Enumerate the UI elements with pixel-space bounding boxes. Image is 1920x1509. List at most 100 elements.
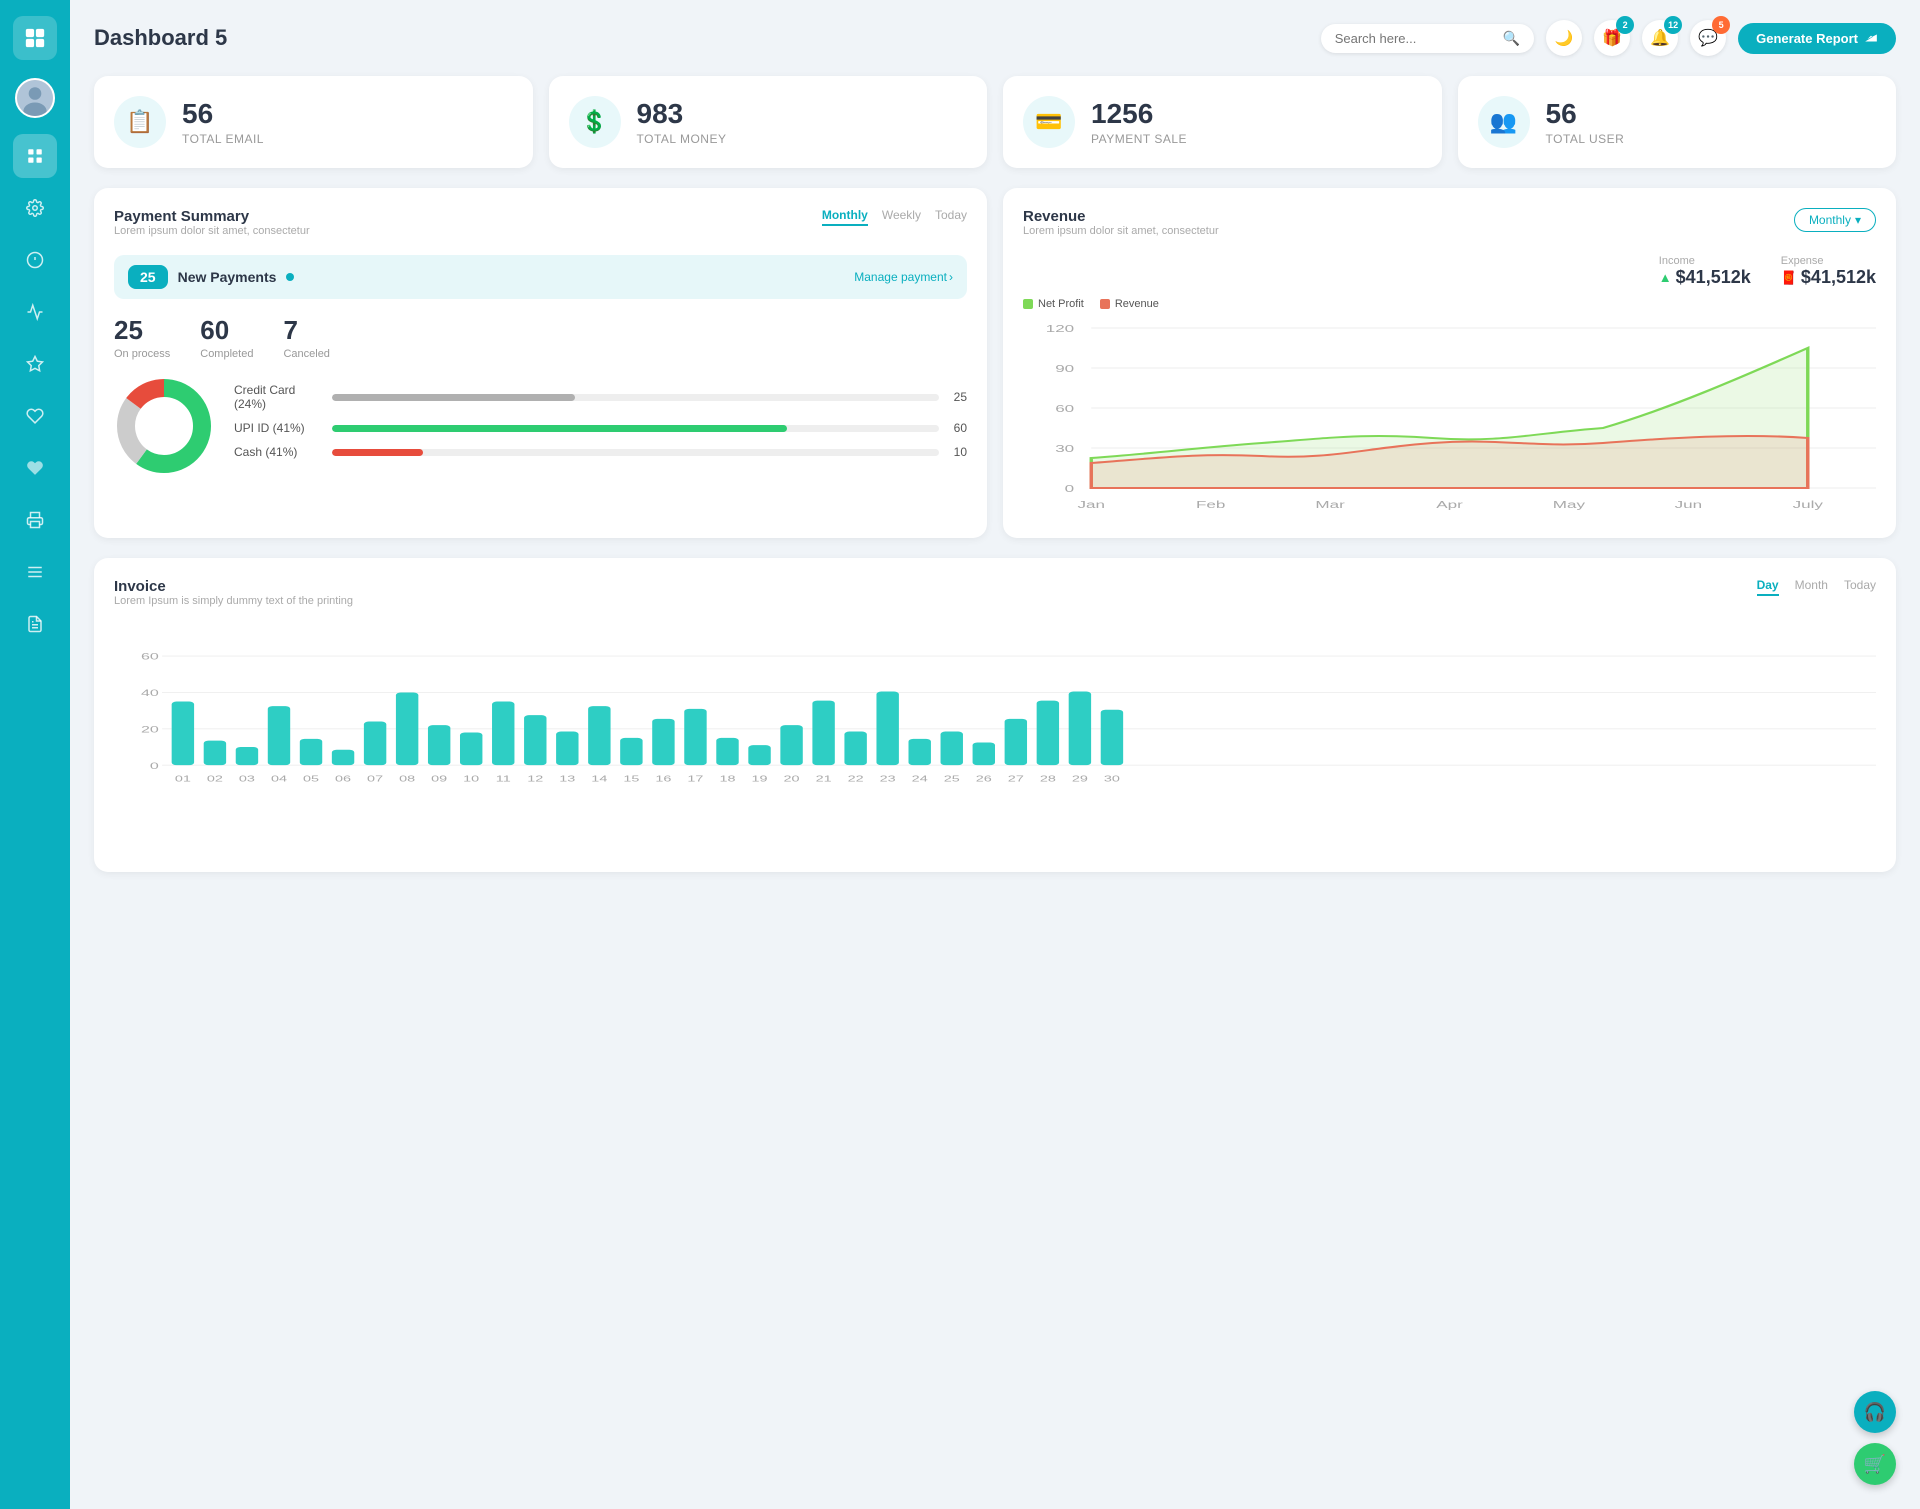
payment-stats-row: 25 On process 60 Completed 7 Canceled bbox=[114, 315, 967, 360]
payment-label: PAYMENT SALE bbox=[1091, 132, 1187, 146]
svg-text:20: 20 bbox=[141, 724, 159, 734]
notification-button[interactable]: 🔔 12 bbox=[1642, 20, 1678, 56]
svg-text:14: 14 bbox=[591, 775, 608, 784]
expense-item: Expense 🧧 $41,512k bbox=[1781, 255, 1876, 288]
support-float-button[interactable]: 🎧 bbox=[1854, 1391, 1896, 1433]
progress-item-upi: UPI ID (41%) 60 bbox=[234, 421, 967, 435]
svg-text:05: 05 bbox=[303, 775, 320, 784]
svg-text:60: 60 bbox=[1055, 403, 1074, 414]
invoice-tab-month[interactable]: Month bbox=[1795, 578, 1828, 596]
chart-donut-row: Credit Card (24%) 25 UPI ID (41%) 60 bbox=[114, 376, 967, 476]
gift-badge: 2 bbox=[1616, 16, 1634, 34]
chat-button[interactable]: 💬 5 bbox=[1690, 20, 1726, 56]
svg-text:17: 17 bbox=[687, 775, 703, 784]
credit-card-bar-bg bbox=[332, 394, 939, 401]
tab-weekly[interactable]: Weekly bbox=[882, 208, 921, 226]
progress-item-cash: Cash (41%) 10 bbox=[234, 445, 967, 459]
revenue-monthly-button[interactable]: Monthly ▾ bbox=[1794, 208, 1876, 232]
main-content: Dashboard 5 🔍 🌙 🎁 2 🔔 12 💬 5 Generate Re… bbox=[70, 0, 1920, 1509]
svg-text:60: 60 bbox=[141, 651, 159, 661]
float-buttons: 🎧 🛒 bbox=[1854, 1391, 1896, 1485]
onprocess-stat: 25 On process bbox=[114, 315, 170, 360]
search-input[interactable] bbox=[1335, 31, 1495, 46]
credit-card-bar-fill bbox=[332, 394, 575, 401]
svg-text:Apr: Apr bbox=[1436, 499, 1463, 510]
svg-text:90: 90 bbox=[1055, 363, 1074, 374]
svg-text:23: 23 bbox=[880, 775, 896, 784]
sidebar-logo bbox=[13, 16, 57, 60]
sidebar-item-menu[interactable] bbox=[13, 550, 57, 594]
invoice-card: Invoice Lorem Ipsum is simply dummy text… bbox=[94, 558, 1896, 872]
payment-summary-subtitle: Lorem ipsum dolor sit amet, consectetur bbox=[114, 225, 310, 237]
sidebar-item-chart[interactable] bbox=[13, 290, 57, 334]
gift-button[interactable]: 🎁 2 bbox=[1594, 20, 1630, 56]
svg-text:22: 22 bbox=[848, 775, 864, 784]
svg-text:01: 01 bbox=[175, 775, 191, 784]
new-payments-row: 25 New Payments Manage payment › bbox=[114, 255, 967, 299]
new-payments-label: New Payments bbox=[178, 269, 277, 285]
svg-text:0: 0 bbox=[1065, 483, 1075, 494]
completed-stat: 60 Completed bbox=[200, 315, 253, 360]
page-title: Dashboard 5 bbox=[94, 25, 227, 51]
cash-bar-fill bbox=[332, 449, 423, 456]
sidebar-item-heart[interactable] bbox=[13, 394, 57, 438]
svg-text:02: 02 bbox=[207, 775, 223, 784]
svg-text:03: 03 bbox=[239, 775, 255, 784]
sidebar-item-heart2[interactable] bbox=[13, 446, 57, 490]
theme-toggle-button[interactable]: 🌙 bbox=[1546, 20, 1582, 56]
svg-text:04: 04 bbox=[271, 775, 288, 784]
tab-today[interactable]: Today bbox=[935, 208, 967, 226]
sidebar-item-info[interactable] bbox=[13, 238, 57, 282]
svg-text:24: 24 bbox=[912, 775, 929, 784]
user-label: TOTAL USER bbox=[1546, 132, 1625, 146]
sidebar-item-star[interactable] bbox=[13, 342, 57, 386]
revenue-chart: 120 90 60 30 0 Jan Feb Mar Apr May Jun bbox=[1023, 318, 1876, 518]
new-payments-badge: 25 bbox=[128, 265, 168, 289]
sidebar-item-settings[interactable] bbox=[13, 186, 57, 230]
generate-report-button[interactable]: Generate Report bbox=[1738, 23, 1896, 54]
svg-text:120: 120 bbox=[1046, 323, 1075, 334]
tab-monthly[interactable]: Monthly bbox=[822, 208, 868, 226]
header: Dashboard 5 🔍 🌙 🎁 2 🔔 12 💬 5 Generate Re… bbox=[94, 20, 1896, 56]
money-label: TOTAL MONEY bbox=[637, 132, 727, 146]
svg-text:Jun: Jun bbox=[1675, 499, 1702, 510]
manage-payment-link[interactable]: Manage payment › bbox=[854, 270, 953, 284]
svg-text:19: 19 bbox=[752, 775, 768, 784]
upi-bar-bg bbox=[332, 425, 939, 432]
cash-bar-bg bbox=[332, 449, 939, 456]
upi-bar-fill bbox=[332, 425, 787, 432]
svg-text:27: 27 bbox=[1008, 775, 1024, 784]
email-value: 56 bbox=[182, 98, 264, 130]
sidebar-item-dashboard[interactable] bbox=[13, 134, 57, 178]
svg-text:28: 28 bbox=[1040, 775, 1057, 784]
invoice-tab-today[interactable]: Today bbox=[1844, 578, 1876, 596]
chat-badge: 5 bbox=[1712, 16, 1730, 34]
payment-summary-title: Payment Summary bbox=[114, 208, 310, 225]
sidebar-item-print[interactable] bbox=[13, 498, 57, 542]
avatar[interactable] bbox=[15, 78, 55, 118]
svg-text:12: 12 bbox=[527, 775, 543, 784]
income-icon: ▲ bbox=[1659, 270, 1672, 285]
sidebar-item-doc[interactable] bbox=[13, 602, 57, 646]
stat-card-user: 👥 56 TOTAL USER bbox=[1458, 76, 1897, 168]
stat-card-money: 💲 983 TOTAL MONEY bbox=[549, 76, 988, 168]
invoice-tab-day[interactable]: Day bbox=[1757, 578, 1779, 596]
svg-text:09: 09 bbox=[431, 775, 447, 784]
cart-float-button[interactable]: 🛒 bbox=[1854, 1443, 1896, 1485]
svg-text:08: 08 bbox=[399, 775, 416, 784]
svg-text:26: 26 bbox=[976, 775, 992, 784]
svg-text:Jan: Jan bbox=[1077, 499, 1104, 510]
svg-text:40: 40 bbox=[141, 688, 159, 698]
svg-text:10: 10 bbox=[463, 775, 480, 784]
legend-netprofit: Net Profit bbox=[1023, 298, 1084, 310]
svg-text:May: May bbox=[1553, 499, 1585, 510]
expense-icon: 🧧 bbox=[1781, 270, 1797, 286]
svg-text:07: 07 bbox=[367, 775, 383, 784]
svg-text:Feb: Feb bbox=[1196, 499, 1226, 510]
search-box: 🔍 bbox=[1321, 24, 1534, 53]
svg-text:0: 0 bbox=[150, 760, 159, 770]
stat-card-email: 📋 56 TOTAL EMAIL bbox=[94, 76, 533, 168]
payment-tabs: Monthly Weekly Today bbox=[822, 208, 967, 226]
progress-list: Credit Card (24%) 25 UPI ID (41%) 60 bbox=[234, 383, 967, 469]
money-icon: 💲 bbox=[569, 96, 621, 148]
